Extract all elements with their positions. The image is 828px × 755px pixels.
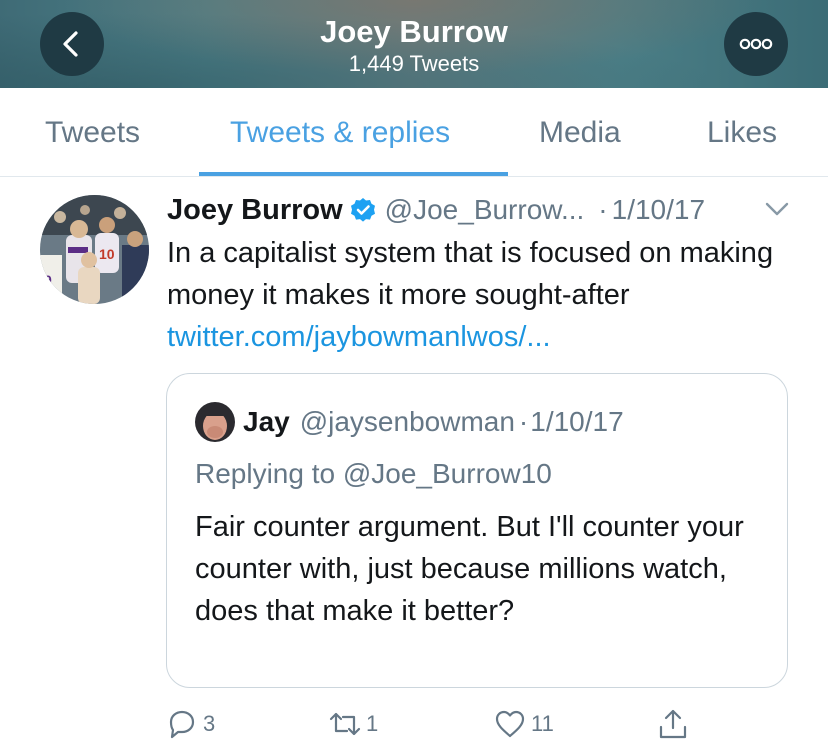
- profile-tabs: Tweets Tweets & replies Media Likes: [0, 88, 828, 177]
- reply-icon: [169, 710, 195, 739]
- quoted-author-handle[interactable]: @jaysenbowman: [300, 406, 515, 438]
- heart-icon: [495, 710, 525, 738]
- tab-tweets-and-replies[interactable]: Tweets & replies: [230, 116, 450, 150]
- ellipsis-icon: [739, 38, 773, 50]
- share-button[interactable]: [656, 707, 690, 741]
- retweet-count: 1: [366, 711, 379, 736]
- author-name[interactable]: Joey Burrow: [167, 194, 343, 227]
- tweet-body: In a capitalist system that is focused o…: [167, 232, 787, 358]
- retweet-icon: [329, 712, 361, 736]
- tweet-count: 1,449 Tweets: [348, 51, 480, 76]
- author-handle[interactable]: @Joe_Burrow...: [385, 194, 585, 226]
- more-options-button[interactable]: [724, 12, 788, 76]
- chevron-down-icon[interactable]: [764, 199, 790, 219]
- quoted-author-avatar[interactable]: [195, 402, 235, 442]
- tweet-date[interactable]: 1/10/17: [612, 194, 705, 226]
- quoted-tweet-card[interactable]: Jay @jaysenbowman · 1/10/17 Replying to …: [166, 373, 788, 688]
- tab-likes[interactable]: Likes: [707, 116, 777, 150]
- like-button[interactable]: 11: [493, 707, 554, 741]
- tweet-link[interactable]: twitter.com/jaybowmanlwos/...: [167, 321, 551, 353]
- retweet-button[interactable]: 1: [328, 707, 378, 741]
- author-avatar[interactable]: 10 9: [40, 195, 149, 304]
- quoted-tweet-text: Fair counter argument. But I'll counter …: [195, 511, 744, 627]
- replying-to-label: Replying to @Joe_Burrow10: [195, 458, 552, 489]
- like-count: 11: [531, 711, 554, 736]
- reply-button[interactable]: 3: [165, 707, 215, 741]
- tweet-header: Joey Burrow @Joe_Burrow... · 1/10/17: [167, 192, 705, 228]
- reply-count: 3: [203, 711, 216, 736]
- tab-media[interactable]: Media: [539, 116, 621, 150]
- quoted-author-name[interactable]: Jay: [243, 406, 290, 438]
- tab-tweets[interactable]: Tweets: [45, 116, 140, 150]
- separator-dot: ·: [598, 194, 608, 225]
- quoted-tweet-date: 1/10/17: [530, 406, 624, 437]
- tweet-text: In a capitalist system that is focused o…: [167, 237, 774, 311]
- verified-badge-icon: [350, 198, 375, 222]
- profile-title: Joey Burrow: [320, 14, 508, 49]
- quoted-tweet-header: Jay @jaysenbowman · 1/10/17: [243, 402, 624, 442]
- separator-dot: ·: [518, 406, 529, 437]
- active-tab-indicator: [199, 172, 508, 176]
- share-icon: [659, 709, 687, 739]
- profile-header: Joey Burrow 1,449 Tweets: [0, 0, 828, 88]
- svg-text:10: 10: [99, 246, 115, 262]
- svg-text:9: 9: [44, 272, 52, 288]
